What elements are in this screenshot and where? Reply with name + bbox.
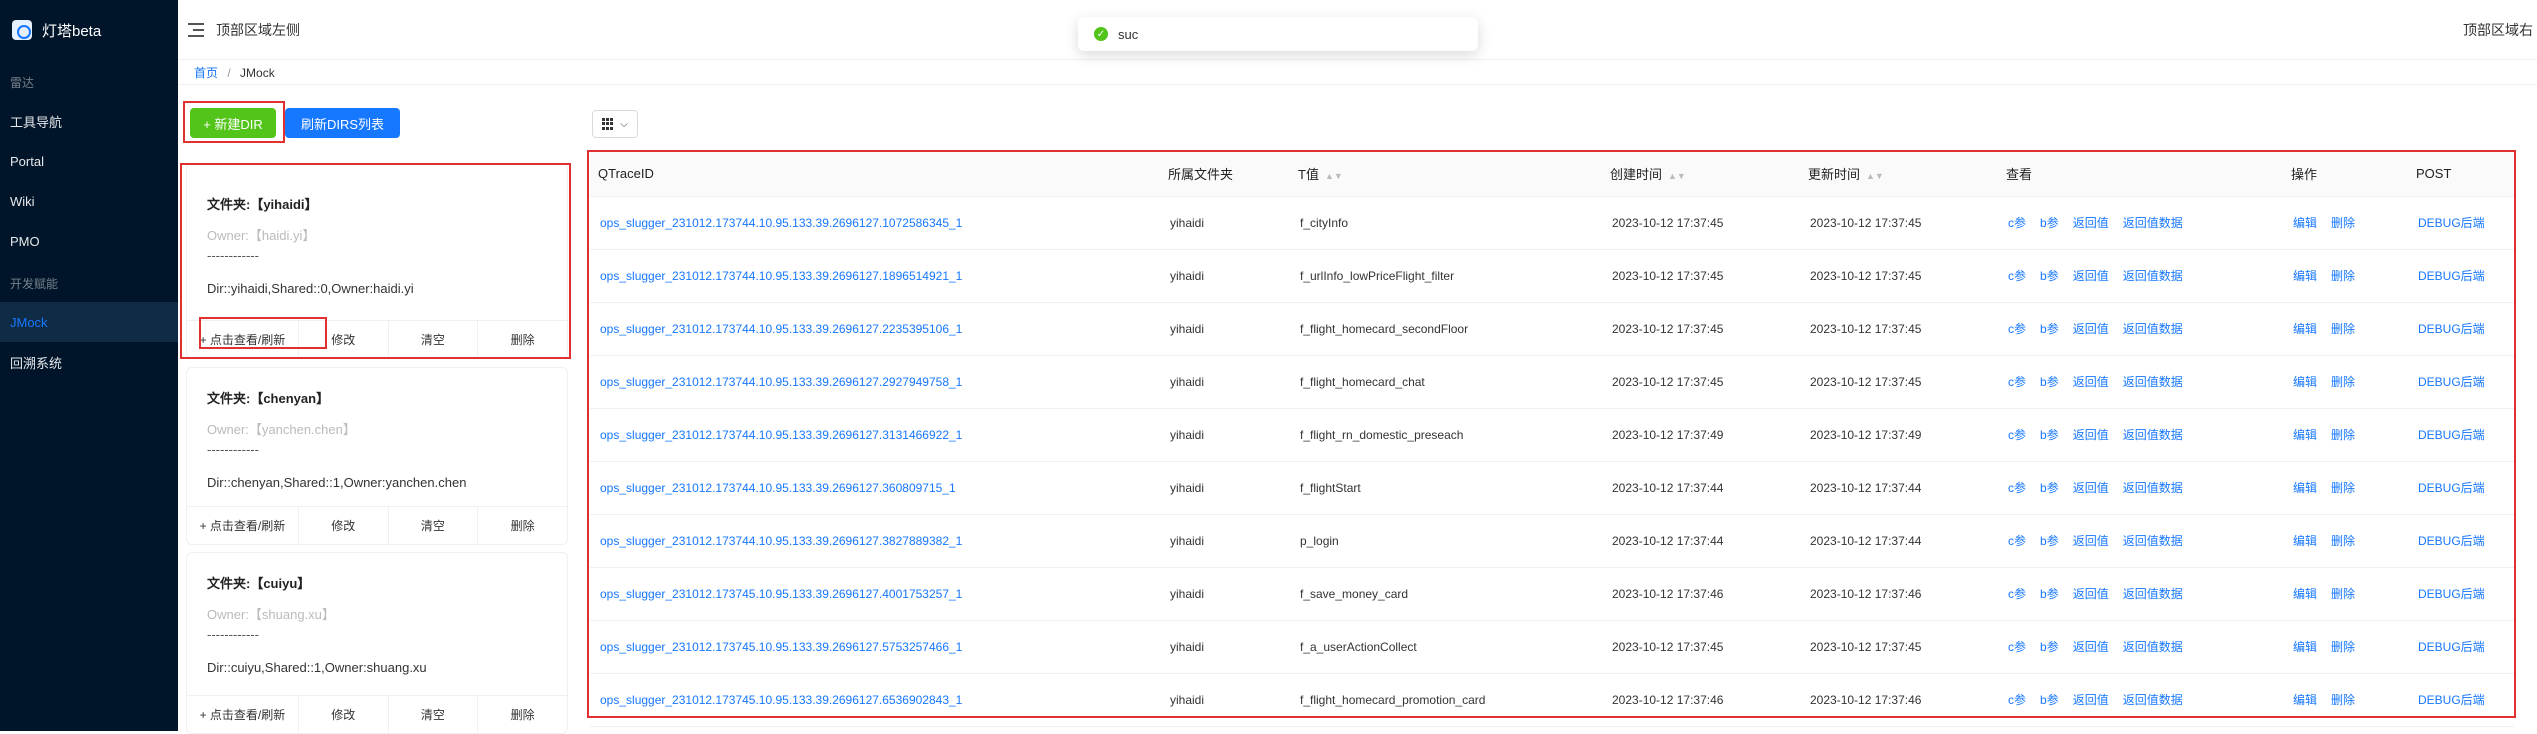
sidebar-item[interactable]: 回溯系统 [0, 342, 178, 382]
menu-fold-icon[interactable] [188, 22, 204, 37]
highlight-box [183, 101, 285, 143]
sidebar-item[interactable]: PMO [0, 221, 178, 261]
sidebar: 灯塔beta 雷达工具导航 Portal Wiki PMO 开发赋能 JMock 回溯系统 [0, 0, 178, 731]
dir-card-body: 文件夹:【cuiyu】 Owner:【shuang.xu】 ------------… [187, 573, 567, 675]
dir-separator: ------------ [207, 442, 259, 457]
breadcrumb: 首页 / JMock [194, 64, 275, 81]
highlight-box [199, 317, 327, 349]
sidebar-item[interactable]: JMock [0, 302, 178, 342]
dir-title: 文件夹:【chenyan】 [207, 391, 330, 406]
sidebar-item[interactable]: Portal [0, 141, 178, 181]
highlight-box [587, 150, 2516, 718]
breadcrumb-current: JMock [240, 66, 275, 80]
dir-card-actions: + 点击查看/刷新 修改 清空 删除 [187, 506, 567, 544]
breadcrumb-divider [178, 84, 2537, 85]
delete-button[interactable]: 删除 [477, 696, 567, 733]
header-left-text: 顶部区域左侧 [216, 21, 300, 38]
dir-card-actions: + 点击查看/刷新 修改 清空 删除 [187, 695, 567, 733]
toast-text: suc [1118, 26, 1139, 42]
sidebar-group-label: 雷达 [10, 76, 35, 90]
dir-owner: Owner:【yanchen.chen】 [207, 422, 356, 437]
dir-card: 文件夹:【chenyan】 Owner:【yanchen.chen】 -------… [186, 367, 568, 545]
dir-card: 文件夹:【cuiyu】 Owner:【shuang.xu】 ------------… [186, 552, 568, 734]
edit-button[interactable]: 修改 [297, 696, 388, 733]
clear-button[interactable]: 清空 [387, 507, 478, 544]
chevron-down-icon: ⌵ [620, 118, 628, 130]
sidebar-menu: 雷达工具导航 Portal Wiki PMO 开发赋能 JMock 回溯系统 [0, 64, 178, 382]
app-logo-icon [12, 20, 32, 40]
breadcrumb-home[interactable]: 首页 [194, 66, 218, 80]
app-header: 灯塔beta [0, 0, 178, 60]
success-toast: ✓ suc [1078, 17, 1478, 51]
edit-button[interactable]: 修改 [297, 507, 388, 544]
check-circle-icon: ✓ [1094, 27, 1108, 41]
sidebar-item[interactable]: 工具导航 [0, 101, 178, 141]
dir-card-body: 文件夹:【chenyan】 Owner:【yanchen.chen】 -------… [187, 388, 567, 490]
refresh-dirs-button[interactable]: 刷新DIRS列表 [285, 108, 400, 138]
dir-description: Dir::cuiyu,Shared::1,Owner:shuang.xu [207, 660, 427, 675]
view-refresh-button[interactable]: + 点击查看/刷新 [187, 507, 298, 544]
column-settings-button[interactable]: ⌵ [592, 110, 638, 138]
dir-owner: Owner:【shuang.xu】 [207, 607, 335, 622]
sidebar-item[interactable]: Wiki [0, 181, 178, 221]
sidebar-group-label: 开发赋能 [10, 277, 59, 291]
dir-separator: ------------ [207, 627, 259, 642]
clear-button[interactable]: 清空 [387, 696, 478, 733]
dir-title: 文件夹:【cuiyu】 [207, 576, 311, 591]
delete-button[interactable]: 删除 [477, 507, 567, 544]
view-refresh-button[interactable]: + 点击查看/刷新 [187, 696, 298, 733]
dir-description: Dir::chenyan,Shared::1,Owner:yanchen.che… [207, 475, 467, 490]
breadcrumb-separator: / [227, 66, 231, 80]
header-right-text: 顶部区域右 [2463, 21, 2533, 38]
grid-icon [602, 118, 614, 130]
app-title: 灯塔beta [42, 22, 102, 40]
